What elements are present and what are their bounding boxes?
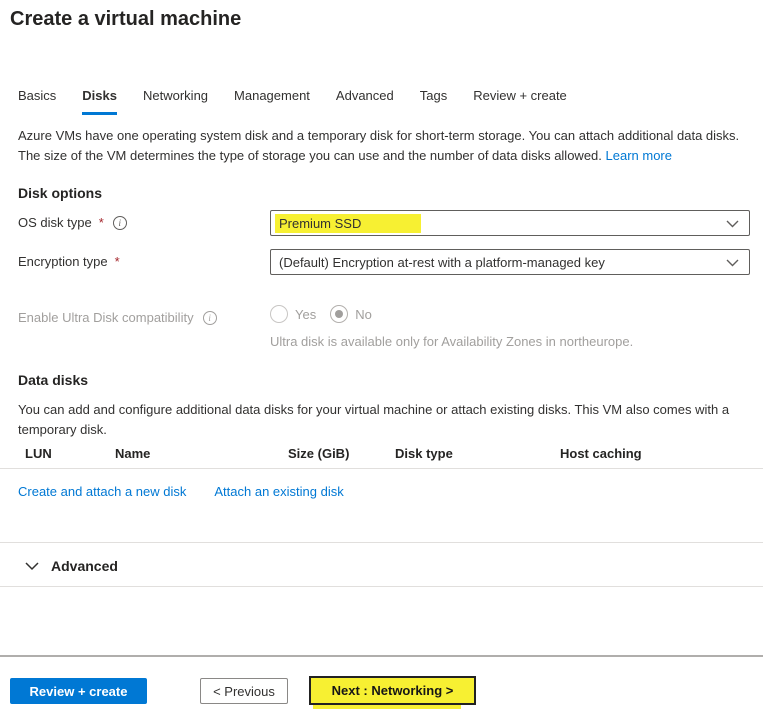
section-divider: [0, 542, 763, 543]
column-header-size: Size (GiB): [288, 446, 395, 461]
tab-advanced[interactable]: Advanced: [336, 88, 394, 115]
disk-options-heading: Disk options: [18, 185, 102, 201]
tab-management[interactable]: Management: [234, 88, 310, 115]
advanced-label: Advanced: [51, 558, 118, 574]
radio-yes-label: Yes: [295, 307, 316, 322]
encryption-type-label-text: Encryption type: [18, 254, 108, 269]
review-create-button[interactable]: Review + create: [10, 678, 147, 704]
column-header-lun: LUN: [25, 446, 115, 461]
required-asterisk: *: [115, 254, 120, 269]
ultra-disk-hint: Ultra disk is available only for Availab…: [270, 334, 633, 349]
ultra-disk-label: Enable Ultra Disk compatibility i: [18, 310, 217, 325]
footer-bar: Review + create < Previous Next : Networ…: [0, 676, 763, 710]
highlight-smear: [313, 705, 461, 709]
radio-no[interactable]: No: [330, 305, 372, 323]
intro-text: Azure VMs have one operating system disk…: [18, 126, 758, 165]
os-disk-type-value: Premium SSD: [275, 214, 421, 233]
data-disks-description: You can add and configure additional dat…: [18, 400, 748, 439]
ultra-disk-label-text: Enable Ultra Disk compatibility: [18, 310, 194, 325]
os-disk-type-label: OS disk type * i: [18, 215, 127, 230]
radio-yes[interactable]: Yes: [270, 305, 316, 323]
advanced-expander[interactable]: Advanced: [25, 558, 118, 574]
info-icon[interactable]: i: [113, 216, 127, 230]
column-header-name: Name: [115, 446, 288, 461]
data-disk-links: Create and attach a new disk Attach an e…: [18, 484, 344, 499]
data-disks-heading: Data disks: [18, 372, 88, 388]
tab-review-create[interactable]: Review + create: [473, 88, 567, 115]
encryption-type-select[interactable]: (Default) Encryption at-rest with a plat…: [270, 249, 750, 275]
page-title: Create a virtual machine: [10, 8, 241, 31]
info-icon[interactable]: i: [203, 311, 217, 325]
chevron-down-icon: [726, 259, 739, 267]
tab-disks[interactable]: Disks: [82, 88, 117, 115]
chevron-down-icon: [25, 562, 39, 571]
section-divider: [0, 586, 763, 587]
create-vm-page: Create a virtual machine Basics Disks Ne…: [0, 0, 763, 723]
encryption-type-label: Encryption type *: [18, 254, 120, 269]
column-header-disk-type: Disk type: [395, 446, 560, 461]
next-networking-button[interactable]: Next : Networking >: [309, 676, 476, 705]
tab-bar: Basics Disks Networking Management Advan…: [18, 88, 567, 115]
learn-more-link[interactable]: Learn more: [606, 148, 672, 163]
encryption-type-value: (Default) Encryption at-rest with a plat…: [279, 255, 605, 270]
footer-divider: [0, 655, 763, 657]
radio-circle-yes[interactable]: [270, 305, 288, 323]
table-divider: [0, 468, 763, 469]
chevron-down-icon: [726, 220, 739, 228]
tab-basics[interactable]: Basics: [18, 88, 56, 115]
data-disks-table-header: LUN Name Size (GiB) Disk type Host cachi…: [0, 446, 763, 461]
radio-no-label: No: [355, 307, 372, 322]
tab-networking[interactable]: Networking: [143, 88, 208, 115]
create-attach-new-disk-link[interactable]: Create and attach a new disk: [18, 484, 186, 499]
column-header-host-caching: Host caching: [560, 446, 763, 461]
previous-button[interactable]: < Previous: [200, 678, 288, 704]
radio-circle-no[interactable]: [330, 305, 348, 323]
os-disk-type-label-text: OS disk type: [18, 215, 92, 230]
tab-tags[interactable]: Tags: [420, 88, 447, 115]
required-asterisk: *: [99, 215, 104, 230]
os-disk-type-select[interactable]: Premium SSD: [270, 210, 750, 236]
attach-existing-disk-link[interactable]: Attach an existing disk: [214, 484, 343, 499]
ultra-disk-radio-group: Yes No: [270, 305, 372, 323]
